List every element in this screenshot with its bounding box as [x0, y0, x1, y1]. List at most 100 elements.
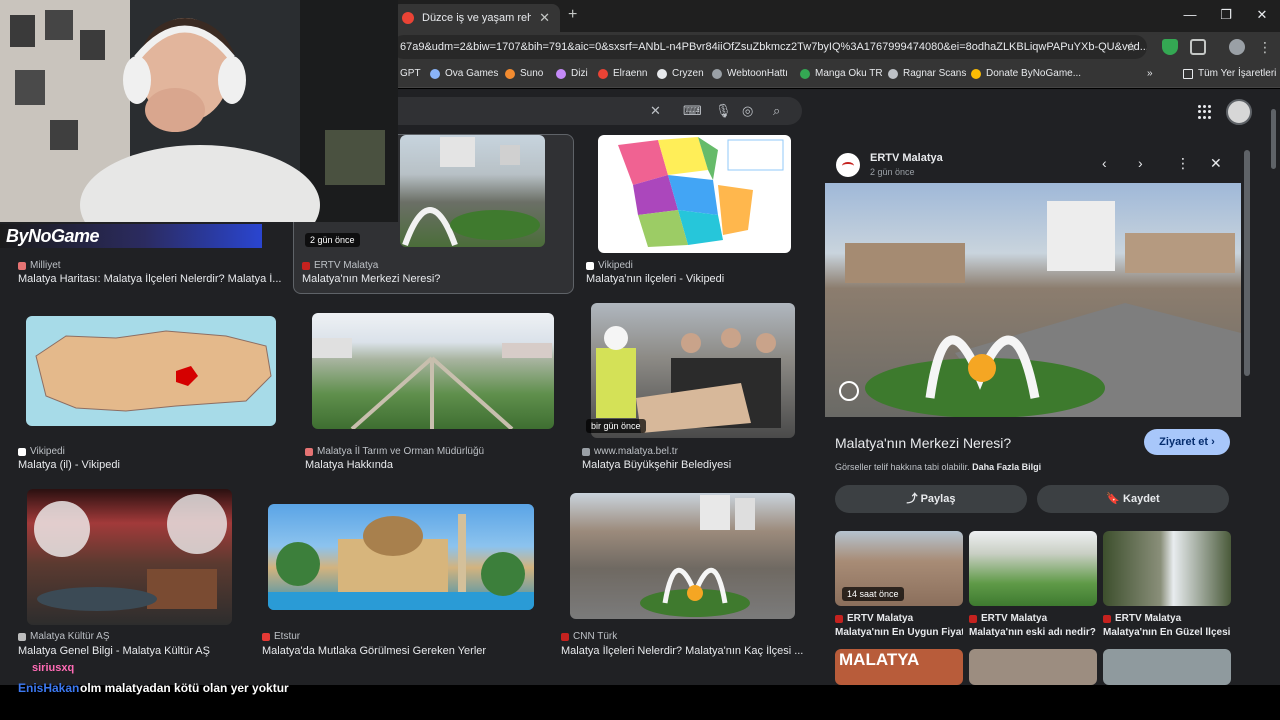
- close-tab-icon[interactable]: ✕: [539, 10, 550, 26]
- bookmark-item[interactable]: Donate ByNoGame...: [971, 68, 1081, 79]
- url-text: 67a9&udm=2&biw=1707&bih=791&aic=0&sxsrf=…: [400, 41, 1147, 53]
- bookmark-item[interactable]: Ova Games: [430, 68, 498, 79]
- more-options-icon[interactable]: ⋮: [1176, 155, 1190, 172]
- visit-button[interactable]: Ziyaret et ›: [1144, 429, 1230, 455]
- page-scrollbar[interactable]: [1271, 109, 1276, 169]
- clear-icon[interactable]: ✕: [650, 103, 661, 119]
- result-source: Vikipedi: [586, 260, 633, 271]
- microphone-icon[interactable]: 🎙: [715, 103, 732, 119]
- account-avatar[interactable]: [1226, 99, 1252, 125]
- bookmark-item[interactable]: Cryzen: [657, 68, 704, 79]
- minimize-icon[interactable]: —: [1172, 0, 1208, 32]
- bookmark-item[interactable]: Dizi: [556, 68, 588, 79]
- panel-time: 2 gün önce: [870, 167, 915, 177]
- previous-icon[interactable]: ‹: [1102, 155, 1107, 171]
- profile-icon[interactable]: [1229, 39, 1245, 55]
- result-image[interactable]: [268, 504, 534, 610]
- related-image[interactable]: MALATYA: [835, 649, 963, 685]
- panel-image[interactable]: [825, 183, 1241, 417]
- result-image[interactable]: [400, 135, 545, 247]
- lens-icon[interactable]: ◎: [742, 103, 753, 119]
- roundabout-illustration: [402, 137, 540, 247]
- related-caption[interactable]: Malatya'nın eski adı nedir?: [969, 627, 1097, 638]
- park-illustration: [312, 338, 552, 429]
- bookmark-item[interactable]: WebtoonHattı: [712, 68, 788, 79]
- bookmark-item[interactable]: Elraenn: [598, 68, 647, 79]
- bookmark-folder[interactable]: Tüm Yer İşaretleri: [1183, 68, 1276, 79]
- apps-grid-icon[interactable]: [1198, 105, 1212, 119]
- search-input[interactable]: ✕ ⌨ 🎙 ◎ ⌕: [380, 97, 802, 125]
- district-map-illustration: [618, 137, 784, 247]
- chat-username: EnisHakan: [18, 681, 80, 695]
- extensions-icon[interactable]: [1190, 39, 1206, 55]
- chat-username: siriusxq: [32, 662, 75, 674]
- shield-extension-icon[interactable]: [1162, 39, 1178, 55]
- result-source: Malatya İl Tarım ve Orman Müdürlüğü: [305, 446, 484, 457]
- window-controls: — ❐ ✕: [1172, 0, 1280, 32]
- restore-icon[interactable]: ❐: [1208, 0, 1244, 32]
- bookmarks-overflow-icon[interactable]: »: [1147, 68, 1153, 79]
- keyboard-icon[interactable]: ⌨: [683, 103, 702, 119]
- result-source: www.malatya.bel.tr: [582, 446, 678, 457]
- panel-scrollbar[interactable]: [1244, 150, 1250, 376]
- result-source: ERTV Malatya: [302, 260, 378, 271]
- related-image[interactable]: [1103, 649, 1231, 685]
- bookmark-icon: 🔖: [1106, 493, 1120, 505]
- turkey-map-illustration: [35, 330, 272, 412]
- bookmark-item[interactable]: Manga Oku TR: [800, 68, 883, 79]
- next-icon[interactable]: ›: [1138, 155, 1143, 171]
- result-image[interactable]: [26, 316, 276, 426]
- related-caption[interactable]: Malatya'nın En Uygun Fiyatl...: [835, 627, 963, 638]
- time-badge: 2 gün önce: [305, 233, 360, 247]
- tab-title: Düzce iş ve yaşam rehberi: [422, 12, 532, 24]
- result-image[interactable]: [570, 493, 795, 619]
- result-image[interactable]: [598, 135, 791, 253]
- save-button[interactable]: 🔖 Kaydet: [1037, 485, 1229, 513]
- panel-title: Malatya'nın Merkezi Neresi?: [835, 435, 1012, 451]
- close-panel-icon[interactable]: ✕: [1210, 155, 1222, 172]
- channel-logo: ByNoGame: [0, 224, 262, 248]
- bookmark-item[interactable]: GPT: [400, 68, 421, 79]
- result-source: Milliyet: [18, 260, 61, 271]
- panel-source[interactable]: ERTV Malatya: [870, 152, 943, 164]
- image-preview-panel: ERTV Malatya 2 gün önce ‹ › ⋮ ✕ Malatya'…: [812, 139, 1250, 685]
- close-window-icon[interactable]: ✕: [1244, 0, 1280, 32]
- result-caption[interactable]: Malatya Hakkında: [305, 459, 393, 471]
- result-image[interactable]: [27, 489, 232, 625]
- result-caption[interactable]: Malatya Genel Bilgi - Malatya Kültür AŞ: [18, 645, 210, 657]
- related-image[interactable]: [969, 531, 1097, 606]
- result-source: Malatya Kültür AŞ: [18, 631, 109, 642]
- related-image[interactable]: [1103, 531, 1231, 606]
- result-caption[interactable]: Malatya Büyükşehir Belediyesi: [582, 459, 731, 471]
- bookmark-item[interactable]: Ragnar Scans: [888, 68, 966, 79]
- webcam-overlay: [0, 0, 398, 222]
- officials-illustration: [596, 326, 781, 433]
- related-source: ERTV Malatya: [969, 613, 1047, 624]
- tab-active[interactable]: Düzce iş ve yaşam rehberi ✕: [392, 4, 560, 32]
- result-caption[interactable]: Malatya Haritası: Malatya İlçeleri Neler…: [18, 273, 282, 285]
- bookmark-item[interactable]: Suno: [505, 68, 543, 79]
- result-image[interactable]: [312, 313, 554, 429]
- related-caption[interactable]: Malatya'nın En Güzel İlçesi...: [1103, 627, 1231, 638]
- result-caption[interactable]: Malatya'nın ilçeleri - Vikipedi: [586, 273, 724, 285]
- related-source: ERTV Malatya: [835, 613, 913, 624]
- result-caption[interactable]: Malatya'da Mutlaka Görülmesi Gereken Yer…: [262, 645, 486, 657]
- share-icon: ⤴: [906, 493, 918, 505]
- kebab-menu-icon[interactable]: ⋮: [1258, 39, 1272, 55]
- new-tab-icon[interactable]: +: [568, 6, 577, 24]
- address-bar[interactable]: 67a9&udm=2&biw=1707&bih=791&aic=0&sxsrf=…: [392, 35, 1147, 59]
- result-caption[interactable]: Malatya'nın Merkezi Neresi?: [302, 273, 440, 285]
- result-caption[interactable]: Malatya İlçeleri Nelerdir? Malatya'nın K…: [561, 645, 803, 657]
- youtube-favicon-icon: [402, 12, 414, 24]
- roundabout-illustration: [640, 495, 755, 617]
- result-image[interactable]: [591, 303, 795, 438]
- result-caption[interactable]: Malatya (il) - Vikipedi: [18, 459, 120, 471]
- bookmark-star-icon[interactable]: ☆: [1125, 35, 1137, 59]
- share-button[interactable]: ⤴ Paylaş: [835, 485, 1027, 513]
- more-info-link[interactable]: Daha Fazla Bilgi: [972, 462, 1041, 472]
- search-icon[interactable]: ⌕: [773, 103, 780, 119]
- related-image[interactable]: [969, 649, 1097, 685]
- result-source: CNN Türk: [561, 631, 617, 642]
- time-badge: 14 saat önce: [842, 587, 904, 601]
- result-source: Etstur: [262, 631, 300, 642]
